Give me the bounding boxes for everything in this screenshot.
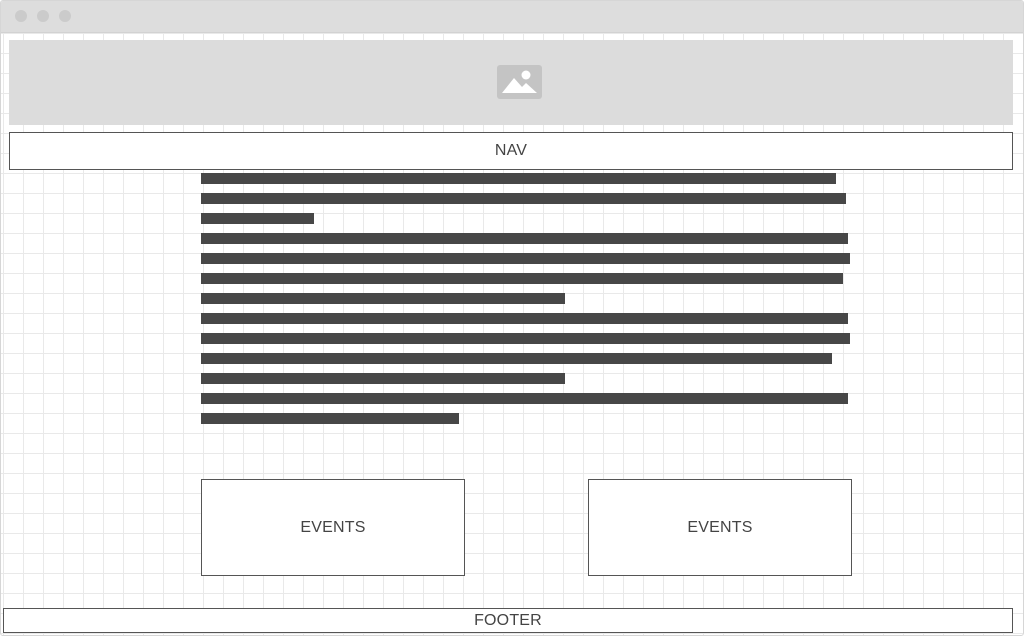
text-line <box>201 333 850 344</box>
footer-bar[interactable]: FOOTER <box>3 608 1013 633</box>
text-line <box>201 213 314 224</box>
nav-label: NAV <box>494 142 528 159</box>
text-line <box>201 293 565 304</box>
text-line <box>201 373 565 384</box>
events-label: EVENTS <box>300 518 366 536</box>
events-box[interactable]: EVENTS <box>201 479 465 576</box>
nav-bar[interactable]: NAV <box>9 132 1013 170</box>
image-placeholder-icon <box>497 65 542 99</box>
text-line <box>201 413 459 424</box>
window-titlebar <box>1 1 1023 33</box>
browser-window: NAV EVENTS EVENTS FOOTER <box>0 0 1024 636</box>
hero-image-placeholder <box>9 40 1013 125</box>
text-line <box>201 313 848 324</box>
events-label: EVENTS <box>687 518 753 536</box>
text-line <box>201 233 848 244</box>
text-line <box>201 353 832 364</box>
maximize-window-dot[interactable] <box>59 10 71 22</box>
minimize-window-dot[interactable] <box>37 10 49 22</box>
close-window-dot[interactable] <box>15 10 27 22</box>
text-line <box>201 393 848 404</box>
text-line <box>201 193 846 204</box>
text-line <box>201 273 843 284</box>
footer-label: FOOTER <box>474 611 542 629</box>
events-box[interactable]: EVENTS <box>588 479 852 576</box>
text-line <box>201 253 850 264</box>
text-line <box>201 173 836 184</box>
